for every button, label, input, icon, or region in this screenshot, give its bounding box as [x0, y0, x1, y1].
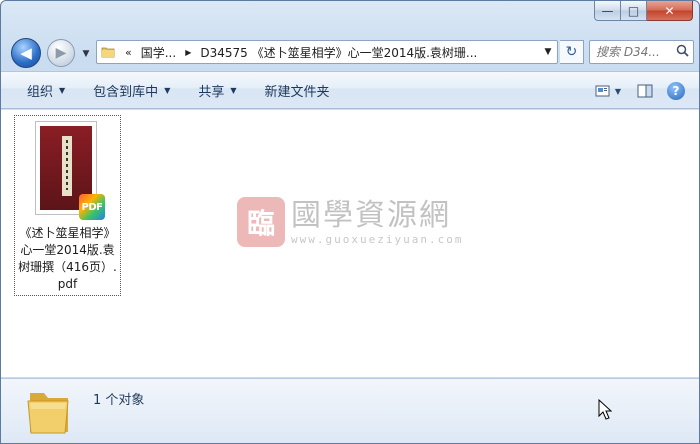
book-cover-title-strip [62, 136, 72, 196]
address-dropdown-button[interactable]: ▼ [539, 41, 557, 63]
change-view-button[interactable] [595, 79, 611, 103]
arrow-right-icon: ▶ [55, 45, 67, 61]
new-folder-label: 新建文件夹 [264, 84, 330, 100]
details-pane: 1 个对象 [1, 378, 699, 443]
share-label: 共享 [198, 84, 225, 100]
back-button[interactable]: ◀ [11, 38, 41, 68]
chevron-down-icon: ▼ [544, 47, 552, 57]
explorer-window: — □ ✕ ◀ ▶ ▼ « 国学... ▶ D34575 《述卜筮星相学》心一堂… [0, 0, 700, 444]
chevron-down-icon: ▼ [82, 49, 90, 59]
include-in-library-button[interactable]: 包含到库中 ▼ [83, 76, 180, 104]
search-input[interactable] [590, 45, 672, 59]
preview-pane-button[interactable] [637, 79, 653, 103]
view-dropdown-button[interactable]: ▼ [615, 79, 621, 103]
share-button[interactable]: 共享 ▼ [188, 76, 246, 104]
view-options-icon [595, 85, 610, 97]
folder-icon [27, 393, 69, 434]
breadcrumb-segment-guoxue[interactable]: 国学... [136, 44, 181, 61]
preview-pane-icon [637, 84, 653, 98]
chevron-down-icon: ▼ [59, 85, 66, 95]
refresh-button[interactable]: ↻ [560, 40, 584, 64]
arrow-left-icon: ◀ [20, 44, 32, 62]
help-button[interactable]: ? [667, 79, 685, 103]
caption-buttons: — □ ✕ [594, 1, 693, 21]
watermark-text: 國學資源網 www.guoxueziyuan.com [291, 197, 464, 246]
maximize-icon: □ [627, 3, 640, 18]
organize-button[interactable]: 组织 ▼ [17, 76, 75, 104]
breadcrumb-segment-current[interactable]: D34575 《述卜筮星相学》心一堂2014版.袁树珊... [195, 44, 539, 61]
watermark-url: www.guoxueziyuan.com [291, 232, 464, 246]
mouse-cursor-icon [598, 399, 613, 420]
status-item-count: 1 个对象 [93, 393, 145, 408]
search-box [589, 40, 694, 64]
address-bar[interactable]: « 国学... ▶ D34575 《述卜筮星相学》心一堂2014版.袁树珊...… [96, 40, 558, 64]
minimize-button[interactable]: — [594, 1, 621, 21]
include-library-label: 包含到库中 [93, 84, 159, 100]
forward-button[interactable]: ▶ [47, 39, 75, 67]
minimize-icon: — [601, 3, 614, 18]
view-controls: ▼ ? [587, 77, 685, 105]
chevron-down-icon: ▼ [164, 85, 171, 95]
recent-pages-dropdown[interactable]: ▼ [80, 46, 92, 62]
organize-label: 组织 [27, 84, 54, 100]
address-overflow-button[interactable]: « [119, 46, 136, 59]
folder-icon [97, 41, 119, 63]
chevron-down-icon: ▼ [230, 85, 237, 95]
close-button[interactable]: ✕ [647, 1, 693, 21]
watermark-seal: 臨 [237, 197, 285, 247]
close-icon: ✕ [664, 3, 675, 18]
file-item[interactable]: PDF 《述卜筮星相学》心一堂2014版.袁树珊撰（416页）.pdf [14, 115, 121, 296]
maximize-button[interactable]: □ [621, 1, 647, 21]
help-icon: ? [667, 82, 685, 100]
search-icon[interactable] [672, 44, 692, 61]
watermark-site-name: 國學資源網 [291, 197, 451, 233]
chevron-down-icon: ▼ [614, 86, 621, 96]
refresh-icon: ↻ [565, 44, 578, 60]
watermark: 臨 國學資源網 www.guoxueziyuan.com [237, 194, 467, 250]
pdf-file-icon: PDF [79, 194, 105, 220]
new-folder-button[interactable]: 新建文件夹 [255, 76, 340, 104]
command-bar: 组织 ▼ 包含到库中 ▼ 共享 ▼ 新建文件夹 ▼ ? [1, 71, 699, 109]
navigation-bar: ◀ ▶ ▼ « 国学... ▶ D34575 《述卜筮星相学》心一堂2014版.… [1, 35, 699, 69]
file-list-pane[interactable]: PDF 《述卜筮星相学》心一堂2014版.袁树珊撰（416页）.pdf 臨 國學… [1, 109, 699, 377]
file-name: 《述卜筮星相学》心一堂2014版.袁树珊撰（416页）.pdf [18, 226, 117, 291]
breadcrumb-separator-icon[interactable]: ▶ [181, 48, 195, 57]
